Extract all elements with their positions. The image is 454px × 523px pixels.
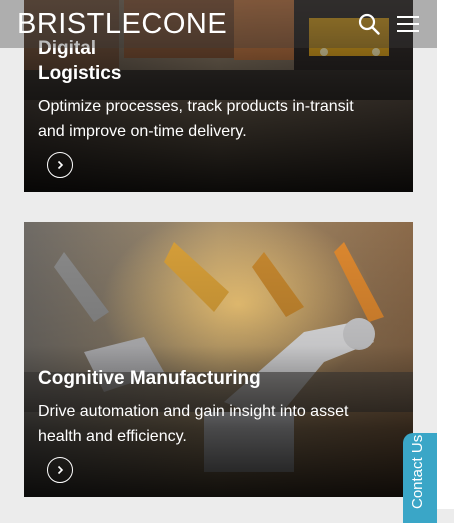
bristlecone-logo[interactable]: BRISTLECONE <box>17 6 227 42</box>
page-right-gutter <box>437 0 454 509</box>
search-icon[interactable] <box>358 13 380 35</box>
card-title-line: Logistics <box>38 63 122 84</box>
robotic-arms-background-image <box>24 222 413 497</box>
card-description-line: and improve on-time delivery. <box>38 122 247 140</box>
chevron-right-icon <box>57 465 64 475</box>
card-description: Drive automation and gain insight into a… <box>38 400 388 449</box>
site-header: BRISTLECONE <box>0 0 437 48</box>
chevron-right-icon <box>57 160 64 170</box>
card-description: Optimize processes, track products in-tr… <box>38 95 388 144</box>
card-description-line: health and efficiency. <box>38 427 187 445</box>
cognitive-manufacturing-card[interactable]: Cognitive Manufacturing Drive automation… <box>24 222 413 497</box>
card-description-line: Optimize processes, track products in-tr… <box>38 98 354 115</box>
cognitive-manufacturing-more-button[interactable] <box>47 457 73 483</box>
card-description-line: Drive automation and gain insight into a… <box>38 403 349 420</box>
contact-us-label: Contact Us <box>409 434 426 509</box>
contact-us-tab[interactable]: Contact Us <box>403 433 437 523</box>
card-title: Cognitive Manufacturing <box>38 368 261 389</box>
hamburger-menu-icon[interactable] <box>397 15 419 33</box>
digital-logistics-more-button[interactable] <box>47 152 73 178</box>
